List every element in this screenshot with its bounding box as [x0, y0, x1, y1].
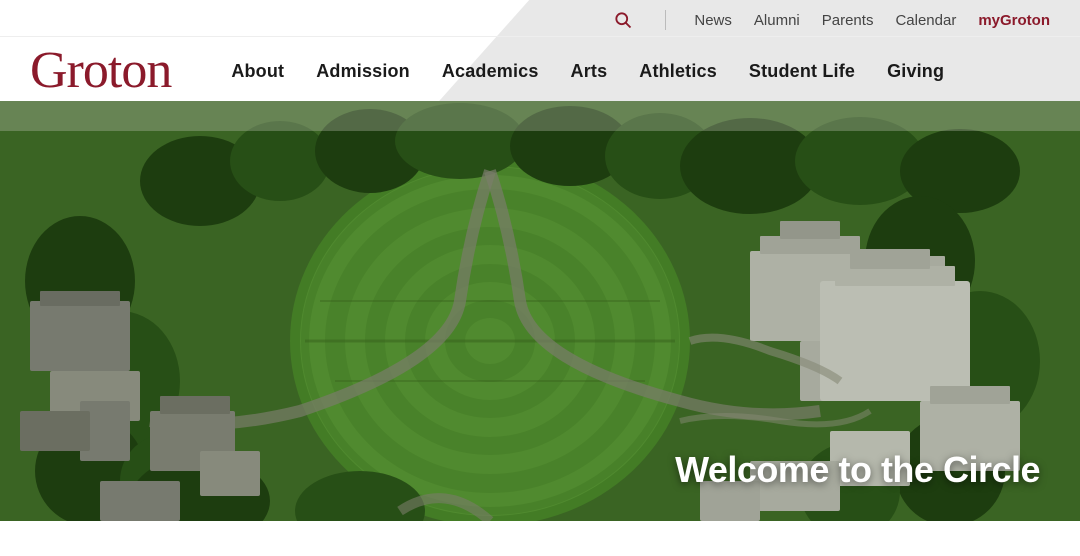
- site-logo[interactable]: Groton: [30, 45, 171, 97]
- topbar-link-parents[interactable]: Parents: [822, 12, 874, 29]
- topbar-link-news[interactable]: News: [694, 12, 732, 29]
- topbar-link-alumni[interactable]: Alumni: [754, 12, 800, 29]
- nav-arts[interactable]: Arts: [571, 61, 608, 82]
- topbar-link-calendar[interactable]: Calendar: [895, 12, 956, 29]
- main-nav: About Admission Academics Arts Athletics…: [231, 61, 944, 82]
- header-inner: News Alumni Parents Calendar myGroton Gr…: [0, 0, 1080, 109]
- nav-athletics[interactable]: Athletics: [639, 61, 717, 82]
- nav-admission[interactable]: Admission: [316, 61, 410, 82]
- logo-nav-row: Groton About Admission Academics Arts At…: [0, 37, 1080, 109]
- nav-about[interactable]: About: [231, 61, 284, 82]
- top-bar: News Alumni Parents Calendar myGroton: [0, 0, 1080, 37]
- topbar-links: News Alumni Parents Calendar myGroton: [694, 12, 1050, 29]
- hero-section: Welcome to the Circle: [0, 101, 1080, 521]
- topbar-link-mygroton[interactable]: myGroton: [978, 12, 1050, 29]
- nav-academics[interactable]: Academics: [442, 61, 539, 82]
- search-icon: [613, 10, 633, 30]
- nav-giving[interactable]: Giving: [887, 61, 944, 82]
- header-wrapper: News Alumni Parents Calendar myGroton Gr…: [0, 0, 1080, 109]
- search-button[interactable]: [613, 10, 633, 30]
- logo-area: Groton: [30, 45, 211, 97]
- divider: [665, 10, 666, 30]
- hero-welcome-text: Welcome to the Circle: [675, 449, 1040, 491]
- nav-student-life[interactable]: Student Life: [749, 61, 855, 82]
